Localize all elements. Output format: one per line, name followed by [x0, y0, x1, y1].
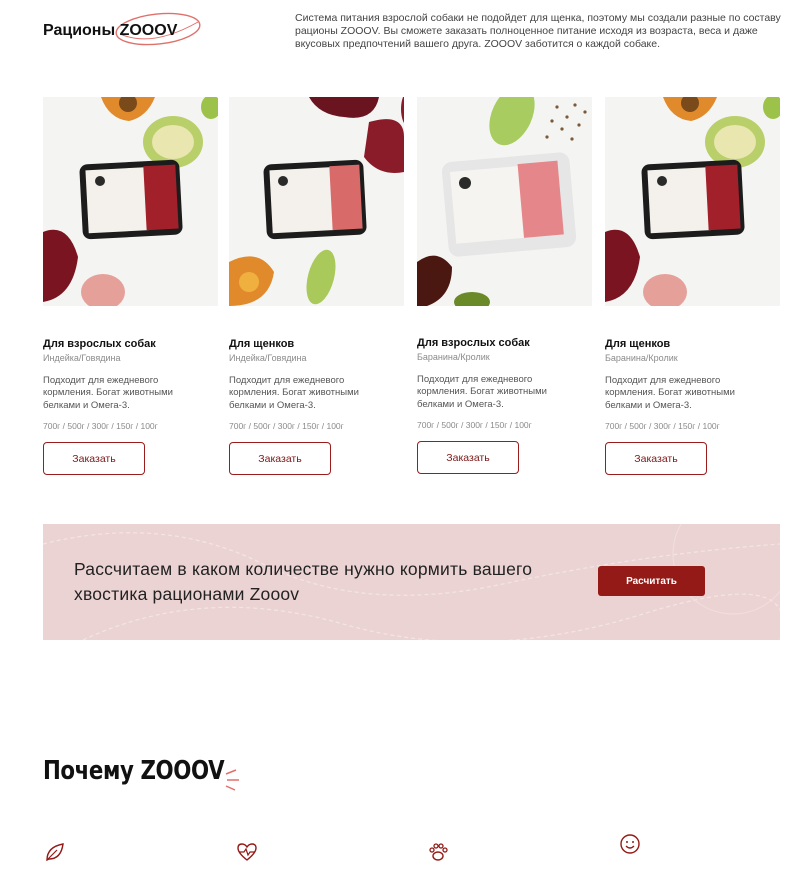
product-image — [605, 97, 780, 306]
product-image — [229, 97, 404, 306]
order-button[interactable]: Заказать — [43, 442, 145, 476]
product-flavor: Индейка/Говядина — [229, 353, 307, 363]
product-flavor: Индейка/Говядина — [43, 353, 121, 363]
order-button[interactable]: Заказать — [229, 442, 331, 476]
product-grid: Для взрослых собак Индейка/Говядина Подх… — [43, 97, 783, 487]
paw-icon — [429, 843, 448, 861]
calculate-button[interactable]: Расчитать — [598, 566, 705, 596]
product-description: Подходит для ежедневого кормления. Богат… — [417, 374, 547, 410]
title-spark-decoration — [225, 769, 239, 791]
section-title-prefix: Рационы — [43, 22, 120, 39]
product-description: Подходит для ежедневого кормления. Богат… — [605, 375, 735, 411]
leaf-icon — [46, 843, 64, 862]
product-card: Для взрослых собак Индейка/Говядина Подх… — [43, 97, 218, 476]
product-name: Для взрослых собак — [417, 337, 530, 349]
order-button[interactable]: Заказать — [605, 442, 707, 476]
product-card: Для щенков Баранина/Кролик Подходит для … — [605, 97, 780, 476]
intro-description: Система питания взрослой собаки не подой… — [295, 12, 781, 51]
product-description: Подходит для ежедневого кормления. Богат… — [43, 375, 173, 411]
product-description: Подходит для ежедневого кормления. Богат… — [229, 375, 359, 411]
product-flavor: Баранина/Кролик — [605, 353, 678, 363]
product-card: Для взрослых собак Баранина/Кролик Подхо… — [417, 97, 592, 475]
product-weights: 700г / 500г / 300г / 150г / 100г — [605, 421, 720, 432]
product-image — [43, 97, 218, 306]
product-name: Для щенков — [229, 338, 295, 350]
product-weights: 700г / 500г / 300г / 150г / 100г — [417, 420, 532, 431]
product-card: Для щенков Индейка/Говядина Подходит для… — [229, 97, 404, 476]
product-image — [417, 97, 592, 306]
product-name: Для щенков — [605, 338, 671, 350]
calculator-text: Рассчитаем в каком количестве нужно корм… — [74, 559, 533, 604]
brand-name: ZOOOV — [115, 12, 201, 46]
product-name: Для взрослых собак — [43, 338, 156, 350]
smile-icon — [620, 834, 640, 854]
order-button[interactable]: Заказать — [417, 441, 519, 475]
product-weights: 700г / 500г / 300г / 150г / 100г — [43, 421, 158, 432]
product-weights: 700г / 500г / 300г / 150г / 100г — [229, 421, 344, 432]
section-title: Рационы ZOOOV — [43, 12, 201, 46]
heart-pulse-icon — [237, 843, 257, 861]
product-flavor: Баранина/Кролик — [417, 352, 490, 362]
why-section-title: Почему ZOOOV — [43, 756, 225, 786]
calculator-banner: Рассчитаем в каком количестве нужно корм… — [43, 524, 780, 640]
